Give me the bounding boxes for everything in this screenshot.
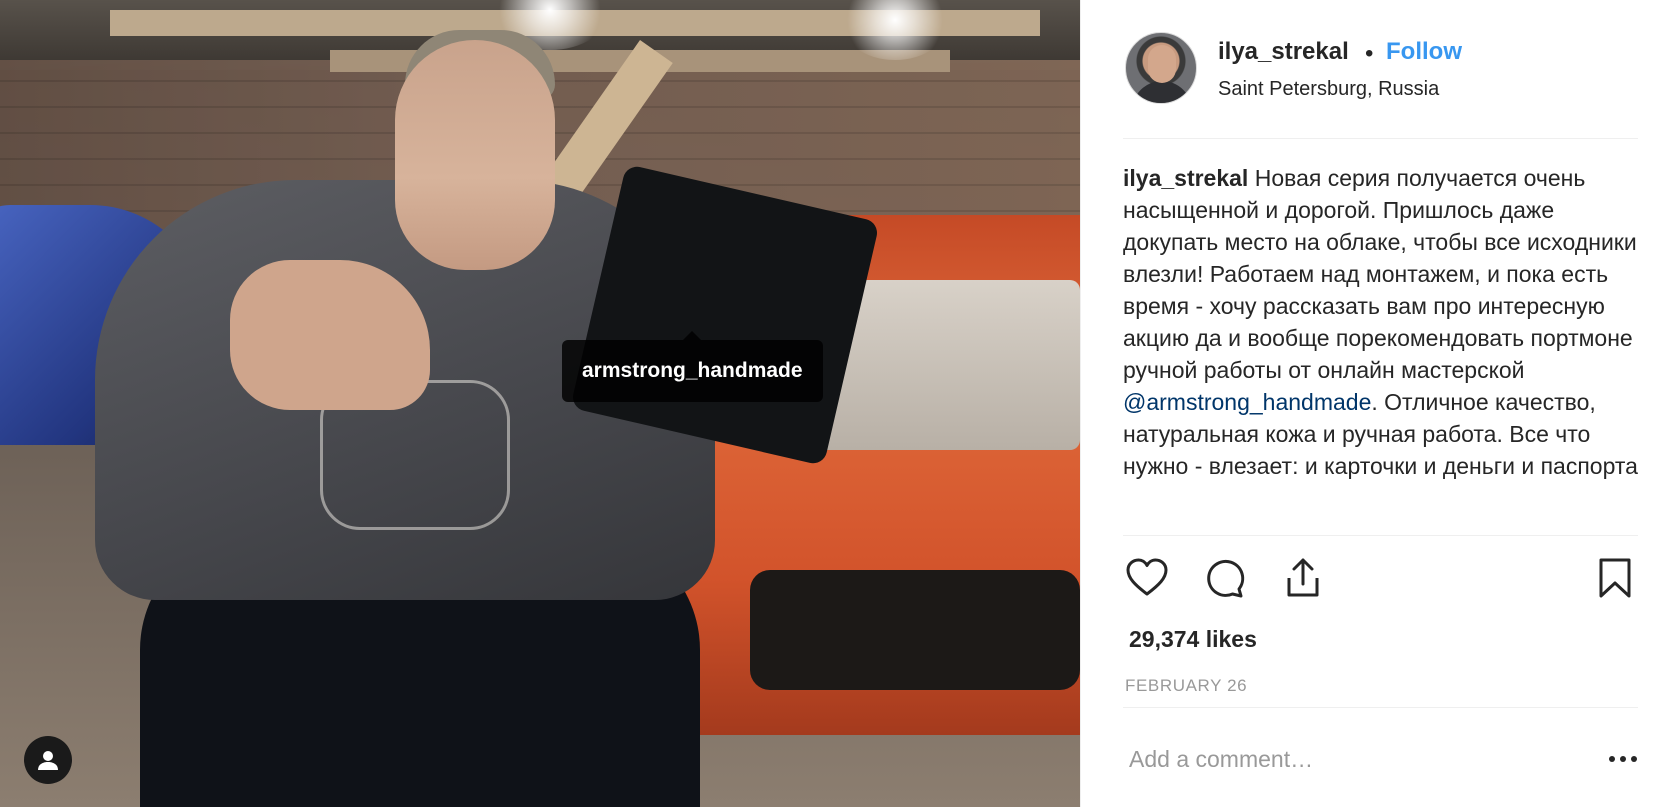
- caption-text: Новая серия получается очень насыщенной …: [1123, 165, 1637, 383]
- likes-count[interactable]: 29,374 likes: [1129, 626, 1257, 653]
- save-button[interactable]: [1593, 556, 1639, 602]
- more-options-button[interactable]: [1603, 744, 1643, 774]
- bookmark-icon: [1599, 558, 1631, 598]
- avatar-face: [1148, 45, 1176, 83]
- post-caption: ilya_strekal Новая серия получается очен…: [1123, 162, 1638, 534]
- user-tag-label[interactable]: armstrong_handmade: [562, 340, 823, 402]
- divider: [1123, 707, 1638, 708]
- photo-car-grille: [750, 570, 1080, 690]
- caption-fade: [1123, 514, 1638, 534]
- header-separator: •: [1365, 40, 1374, 67]
- user-icon: [38, 751, 58, 770]
- more-options-icon: [1620, 756, 1626, 762]
- comment-input[interactable]: [1129, 742, 1549, 776]
- divider: [1123, 535, 1638, 536]
- header-username[interactable]: ilya_strekal: [1218, 38, 1349, 66]
- caption-username[interactable]: ilya_strekal: [1123, 165, 1248, 191]
- tagged-users-button[interactable]: [24, 736, 72, 784]
- divider: [1123, 138, 1638, 139]
- post-side-panel: ilya_strekal • Follow Saint Petersburg, …: [1080, 0, 1680, 807]
- caption-mention-link[interactable]: @armstrong_handmade: [1123, 389, 1371, 415]
- post-actions: [1125, 556, 1640, 606]
- post-header: ilya_strekal • Follow Saint Petersburg, …: [1081, 0, 1680, 138]
- instagram-post: armstrong_handmade ilya_strekal • Follow…: [0, 0, 1680, 807]
- share-button[interactable]: [1281, 556, 1327, 602]
- tag-pointer: [683, 331, 701, 340]
- post-date[interactable]: FEBRUARY 26: [1125, 676, 1247, 696]
- more-options-icon: [1609, 756, 1615, 762]
- avatar[interactable]: [1125, 32, 1197, 104]
- location-link[interactable]: Saint Petersburg, Russia: [1218, 78, 1439, 101]
- comment-icon: [1207, 559, 1245, 598]
- more-options-icon: [1631, 756, 1637, 762]
- photo-person-head: [395, 40, 555, 270]
- photo-pointing-hand: [230, 260, 430, 410]
- comment-button[interactable]: [1203, 556, 1249, 602]
- avatar-shirt: [1132, 81, 1192, 103]
- share-icon: [1287, 558, 1319, 597]
- heart-icon: [1126, 558, 1168, 596]
- follow-button[interactable]: Follow: [1386, 38, 1462, 66]
- post-photo[interactable]: armstrong_handmade: [0, 0, 1080, 807]
- like-button[interactable]: [1125, 556, 1171, 602]
